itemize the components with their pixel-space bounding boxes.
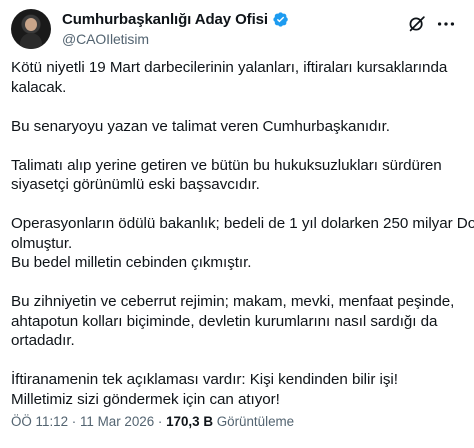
tweet-time: ÖÖ 11:12 — [11, 414, 69, 429]
avatar[interactable] — [11, 9, 51, 49]
tweet-line: Talimatı alıp yerine getiren ve bütün bu… — [11, 156, 442, 174]
tweet-line: Bu bedel milletin cebinden çıkmıştır. — [11, 254, 252, 271]
tweet-date: 11 Mar 2026 — [79, 414, 155, 429]
tweet-paragraph: Bu zihniyetin ve ceberrut rejimin; makam… — [11, 292, 463, 351]
tweet-line: İftiranamenin tek açıklaması vardır: Kiş… — [11, 371, 398, 388]
grok-icon[interactable] — [406, 13, 428, 35]
tweet-timestamp[interactable]: ÖÖ 11:12 · 11 Mar 2026 — [11, 414, 154, 429]
views-count[interactable]: 170,3 B — [166, 414, 213, 429]
tweet-paragraph: Operasyonların ödülü bakanlık; bedeli de… — [11, 214, 474, 273]
author-handle[interactable]: @CAOIletisim — [62, 31, 289, 47]
author-display-name[interactable]: Cumhurbaşkanlığı Aday Ofisi — [62, 11, 268, 28]
verified-badge-icon — [273, 12, 288, 27]
tweet-line: Operasyonların ödülü bakanlık; bedeli de… — [11, 215, 474, 232]
tweet-line: kalacak. — [11, 78, 67, 96]
tweet-line: Kötü niyetli 19 Mart darbecilerinin yala… — [11, 59, 448, 76]
tweet-paragraph: Bu senaryoyu yazan ve talimat veren Cumh… — [11, 117, 463, 137]
tweet-text: Kötü niyetli 19 Mart darbecilerinin yala… — [11, 58, 474, 409]
more-options-icon[interactable] — [435, 13, 457, 35]
tweet-line: siyasetçi görünümlü eski başsavcıdır. — [11, 176, 260, 193]
tweet-line: Bu senaryoyu yazan ve talimat veren Cumh… — [11, 117, 390, 135]
tweet-paragraph: İftiranamenin tek açıklaması vardır: Kiş… — [11, 370, 463, 409]
tweet-meta: ÖÖ 11:12 · 11 Mar 2026 · 170,3 B Görüntü… — [11, 414, 294, 429]
tweet-paragraph: Talimatı alıp yerine getiren ve bütün bu… — [11, 156, 463, 195]
author-info: Cumhurbaşkanlığı Aday Ofisi @CAOIletisim — [62, 10, 289, 47]
tweet-line: ahtapotun kolları biçiminde, devletin ku… — [11, 312, 438, 330]
tweet-line: Bu zihniyetin ve ceberrut rejimin; makam… — [11, 293, 455, 310]
views-label: Görüntüleme — [213, 414, 295, 429]
meta-separator: · — [154, 414, 167, 429]
display-name-row: Cumhurbaşkanlığı Aday Ofisi — [62, 10, 289, 29]
tweet-line: ortadadır. — [11, 332, 75, 349]
tweet-paragraph: Kötü niyetli 19 Mart darbecilerinin yala… — [11, 58, 463, 97]
tweet-header: Cumhurbaşkanlığı Aday Ofisi @CAOIletisim — [11, 9, 463, 49]
tweet-line: olmuştur. — [11, 234, 73, 252]
meta-separator: · — [68, 414, 80, 429]
tweet-line: Milletimiz sizi göndermek için can atıyo… — [11, 390, 280, 408]
